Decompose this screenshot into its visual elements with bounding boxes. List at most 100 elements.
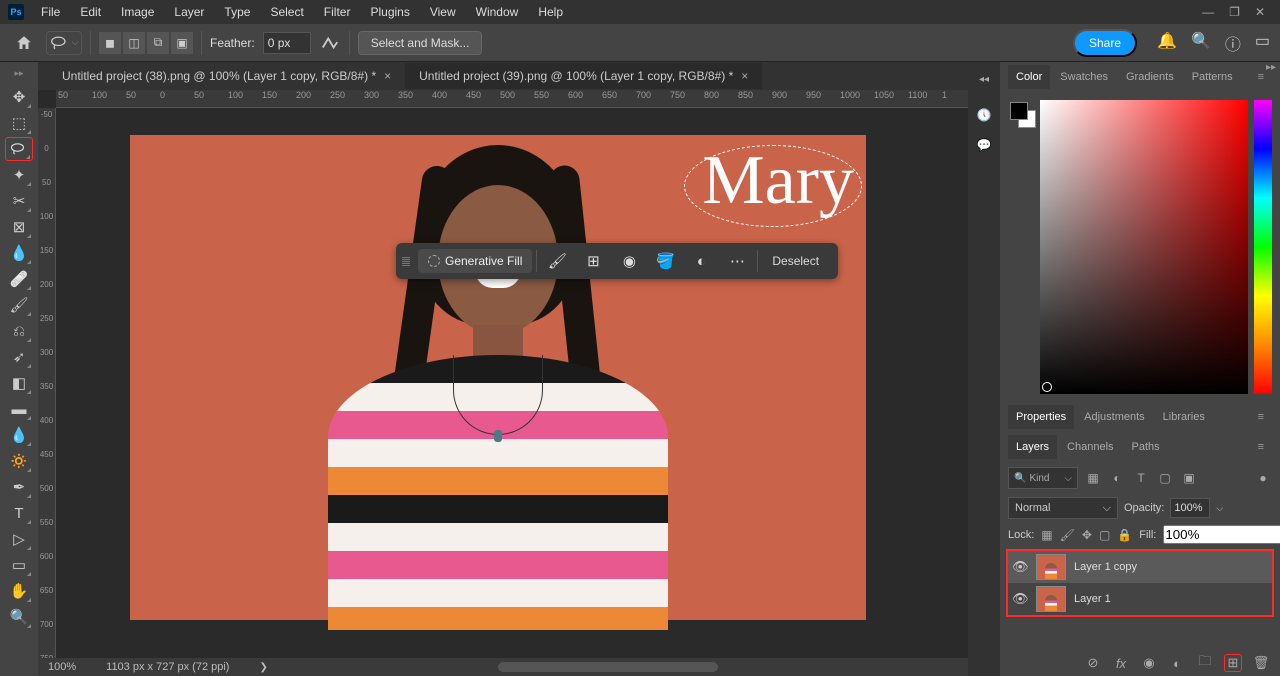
minimize-icon[interactable]: —	[1202, 5, 1214, 19]
panel-expand-icon[interactable]: ◂◂	[973, 70, 995, 88]
lock-position-icon[interactable]: ✥	[1082, 527, 1092, 543]
toolbar-collapse-icon[interactable]: ▸▸	[14, 68, 23, 79]
lock-all-icon[interactable]: 🔒	[1117, 527, 1132, 543]
lasso-tool-indicator[interactable]: ⌵	[46, 31, 82, 55]
lock-artboard-icon[interactable]: ▢	[1099, 527, 1110, 543]
blend-mode-dropdown[interactable]: Normal⌵	[1008, 497, 1118, 519]
fill-icon[interactable]: 🪣	[649, 247, 681, 275]
hue-slider[interactable]	[1254, 100, 1272, 394]
filter-smart-icon[interactable]: ▣	[1180, 469, 1198, 487]
comments-panel-icon[interactable]: 💬	[973, 136, 995, 154]
share-button[interactable]: Share	[1073, 29, 1137, 57]
selection-subtract-icon[interactable]: ⧉	[147, 32, 169, 54]
panel-collapse-right-icon[interactable]: ▸▸	[1266, 62, 1276, 73]
panel-menu-icon[interactable]: ≡	[1250, 405, 1272, 429]
new-layer-icon[interactable]: ⊞	[1224, 654, 1242, 672]
close-icon[interactable]: ✕	[1255, 5, 1265, 19]
marquee-tool[interactable]: ⬚	[5, 111, 33, 135]
menu-type[interactable]: Type	[215, 2, 259, 22]
hand-tool[interactable]: ✋	[5, 579, 33, 603]
foreground-color[interactable]	[1010, 102, 1028, 120]
eyedropper-tool[interactable]: 💧	[5, 241, 33, 265]
more-icon[interactable]: ⋯	[721, 247, 753, 275]
menu-plugins[interactable]: Plugins	[361, 2, 418, 22]
group-icon[interactable]: 🗀	[1196, 654, 1214, 672]
pen-tool[interactable]: ✒	[5, 475, 33, 499]
filter-toggle-icon[interactable]: ●	[1254, 469, 1272, 487]
shape-tool[interactable]: ▭	[5, 553, 33, 577]
quick-select-tool[interactable]: ✦	[5, 163, 33, 187]
crop-tool[interactable]: ✂	[5, 189, 33, 213]
visibility-icon[interactable]: 👁	[1012, 559, 1028, 575]
document-tab-1[interactable]: Untitled project (38).png @ 100% (Layer …	[48, 63, 405, 89]
mask-icon[interactable]: ◉	[613, 247, 645, 275]
filter-shape-icon[interactable]: ▢	[1156, 469, 1174, 487]
help-icon[interactable]: ⓘ	[1225, 31, 1241, 55]
eraser-tool[interactable]: ◧	[5, 371, 33, 395]
layer-row[interactable]: 👁 Layer 1	[1008, 583, 1272, 615]
canvas[interactable]: Mary	[130, 135, 866, 620]
doc-info-arrow-icon[interactable]: ❯	[259, 662, 267, 673]
bell-icon[interactable]: 🔔	[1157, 31, 1177, 55]
drag-handle-icon[interactable]	[402, 257, 410, 266]
blur-tool[interactable]: 💧	[5, 423, 33, 447]
menu-window[interactable]: Window	[467, 2, 528, 22]
selection-add-icon[interactable]: ◫	[123, 32, 145, 54]
filter-type-icon[interactable]: T	[1132, 469, 1150, 487]
selection-marquee[interactable]	[684, 145, 862, 227]
gradient-tool[interactable]: ▬	[5, 397, 33, 421]
zoom-level[interactable]: 100%	[48, 661, 76, 673]
document-tab-2[interactable]: Untitled project (39).png @ 100% (Layer …	[405, 63, 762, 89]
tab-channels[interactable]: Channels	[1059, 435, 1121, 459]
menu-filter[interactable]: Filter	[315, 2, 360, 22]
panel-menu-icon[interactable]: ≡	[1250, 435, 1272, 459]
adjustment-layer-icon[interactable]: ◐	[1168, 654, 1186, 672]
visibility-icon[interactable]: 👁	[1012, 591, 1028, 607]
maximize-icon[interactable]: ❐	[1229, 5, 1240, 19]
tab-properties[interactable]: Properties	[1008, 405, 1074, 429]
menu-file[interactable]: File	[32, 2, 69, 22]
deselect-button[interactable]: Deselect	[762, 254, 829, 268]
filter-adjust-icon[interactable]: ◐	[1108, 469, 1126, 487]
tab-paths[interactable]: Paths	[1124, 435, 1168, 459]
horizontal-scrollbar[interactable]	[498, 662, 718, 672]
brush-tool[interactable]: 🖌	[5, 293, 33, 317]
selection-new-icon[interactable]: ◼	[99, 32, 121, 54]
adjust-icon[interactable]: ◐	[685, 247, 717, 275]
link-layers-icon[interactable]: ⊘	[1084, 654, 1102, 672]
history-panel-icon[interactable]: 🕔	[973, 106, 995, 124]
menu-select[interactable]: Select	[261, 2, 312, 22]
feather-input[interactable]	[263, 32, 311, 54]
tab-close-icon[interactable]: ×	[741, 69, 748, 83]
layer-thumbnail[interactable]	[1036, 586, 1066, 612]
menu-help[interactable]: Help	[529, 2, 572, 22]
type-tool[interactable]: T	[5, 501, 33, 525]
tab-swatches[interactable]: Swatches	[1052, 65, 1116, 89]
fill-input[interactable]	[1163, 525, 1280, 544]
delete-layer-icon[interactable]: 🗑	[1252, 654, 1270, 672]
zoom-tool[interactable]: 🔍	[5, 605, 33, 629]
tab-adjustments[interactable]: Adjustments	[1076, 405, 1153, 429]
layer-thumbnail[interactable]	[1036, 554, 1066, 580]
menu-view[interactable]: View	[421, 2, 465, 22]
filter-pixel-icon[interactable]: ▦	[1084, 469, 1102, 487]
history-brush-tool[interactable]: ➶	[5, 345, 33, 369]
menu-layer[interactable]: Layer	[165, 2, 213, 22]
lock-image-icon[interactable]: 🖌	[1060, 527, 1075, 543]
tab-gradients[interactable]: Gradients	[1118, 65, 1182, 89]
layer-fx-icon[interactable]: fx	[1112, 654, 1130, 672]
layer-name[interactable]: Layer 1	[1074, 593, 1111, 605]
selection-intersect-icon[interactable]: ▣	[171, 32, 193, 54]
filter-kind-dropdown[interactable]: 🔍Kind⌵	[1008, 467, 1078, 489]
search-icon[interactable]: 🔍	[1191, 31, 1211, 55]
path-select-tool[interactable]: ▷	[5, 527, 33, 551]
tab-color[interactable]: Color	[1008, 65, 1050, 89]
document-info[interactable]: 1103 px x 727 px (72 ppi)	[106, 661, 229, 673]
color-field[interactable]	[1040, 100, 1248, 394]
home-icon[interactable]	[10, 29, 38, 57]
select-and-mask-button[interactable]: Select and Mask...	[358, 31, 483, 55]
antialias-icon[interactable]	[319, 32, 341, 54]
healing-tool[interactable]: 🩹	[5, 267, 33, 291]
workspace-icon[interactable]: ▭	[1255, 31, 1270, 55]
menu-image[interactable]: Image	[112, 2, 163, 22]
